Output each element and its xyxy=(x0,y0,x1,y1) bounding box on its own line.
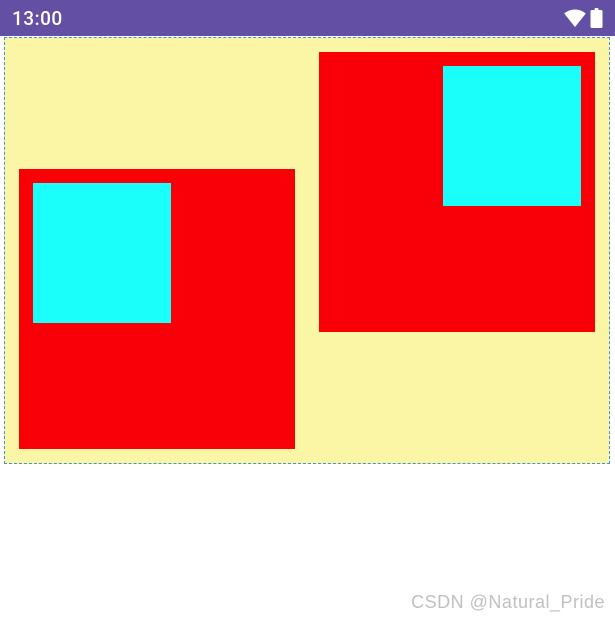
layout-container xyxy=(4,37,610,464)
cyan-box-a xyxy=(33,183,171,323)
battery-icon xyxy=(590,8,603,28)
red-box-a xyxy=(19,169,295,449)
watermark: CSDN @Natural_Pride xyxy=(411,592,605,613)
status-bar: 13:00 xyxy=(0,0,615,36)
wifi-icon xyxy=(564,9,586,27)
cyan-box-b xyxy=(443,66,581,206)
red-box-b xyxy=(319,52,595,332)
status-icons xyxy=(564,8,603,28)
status-time: 13:00 xyxy=(12,7,63,30)
